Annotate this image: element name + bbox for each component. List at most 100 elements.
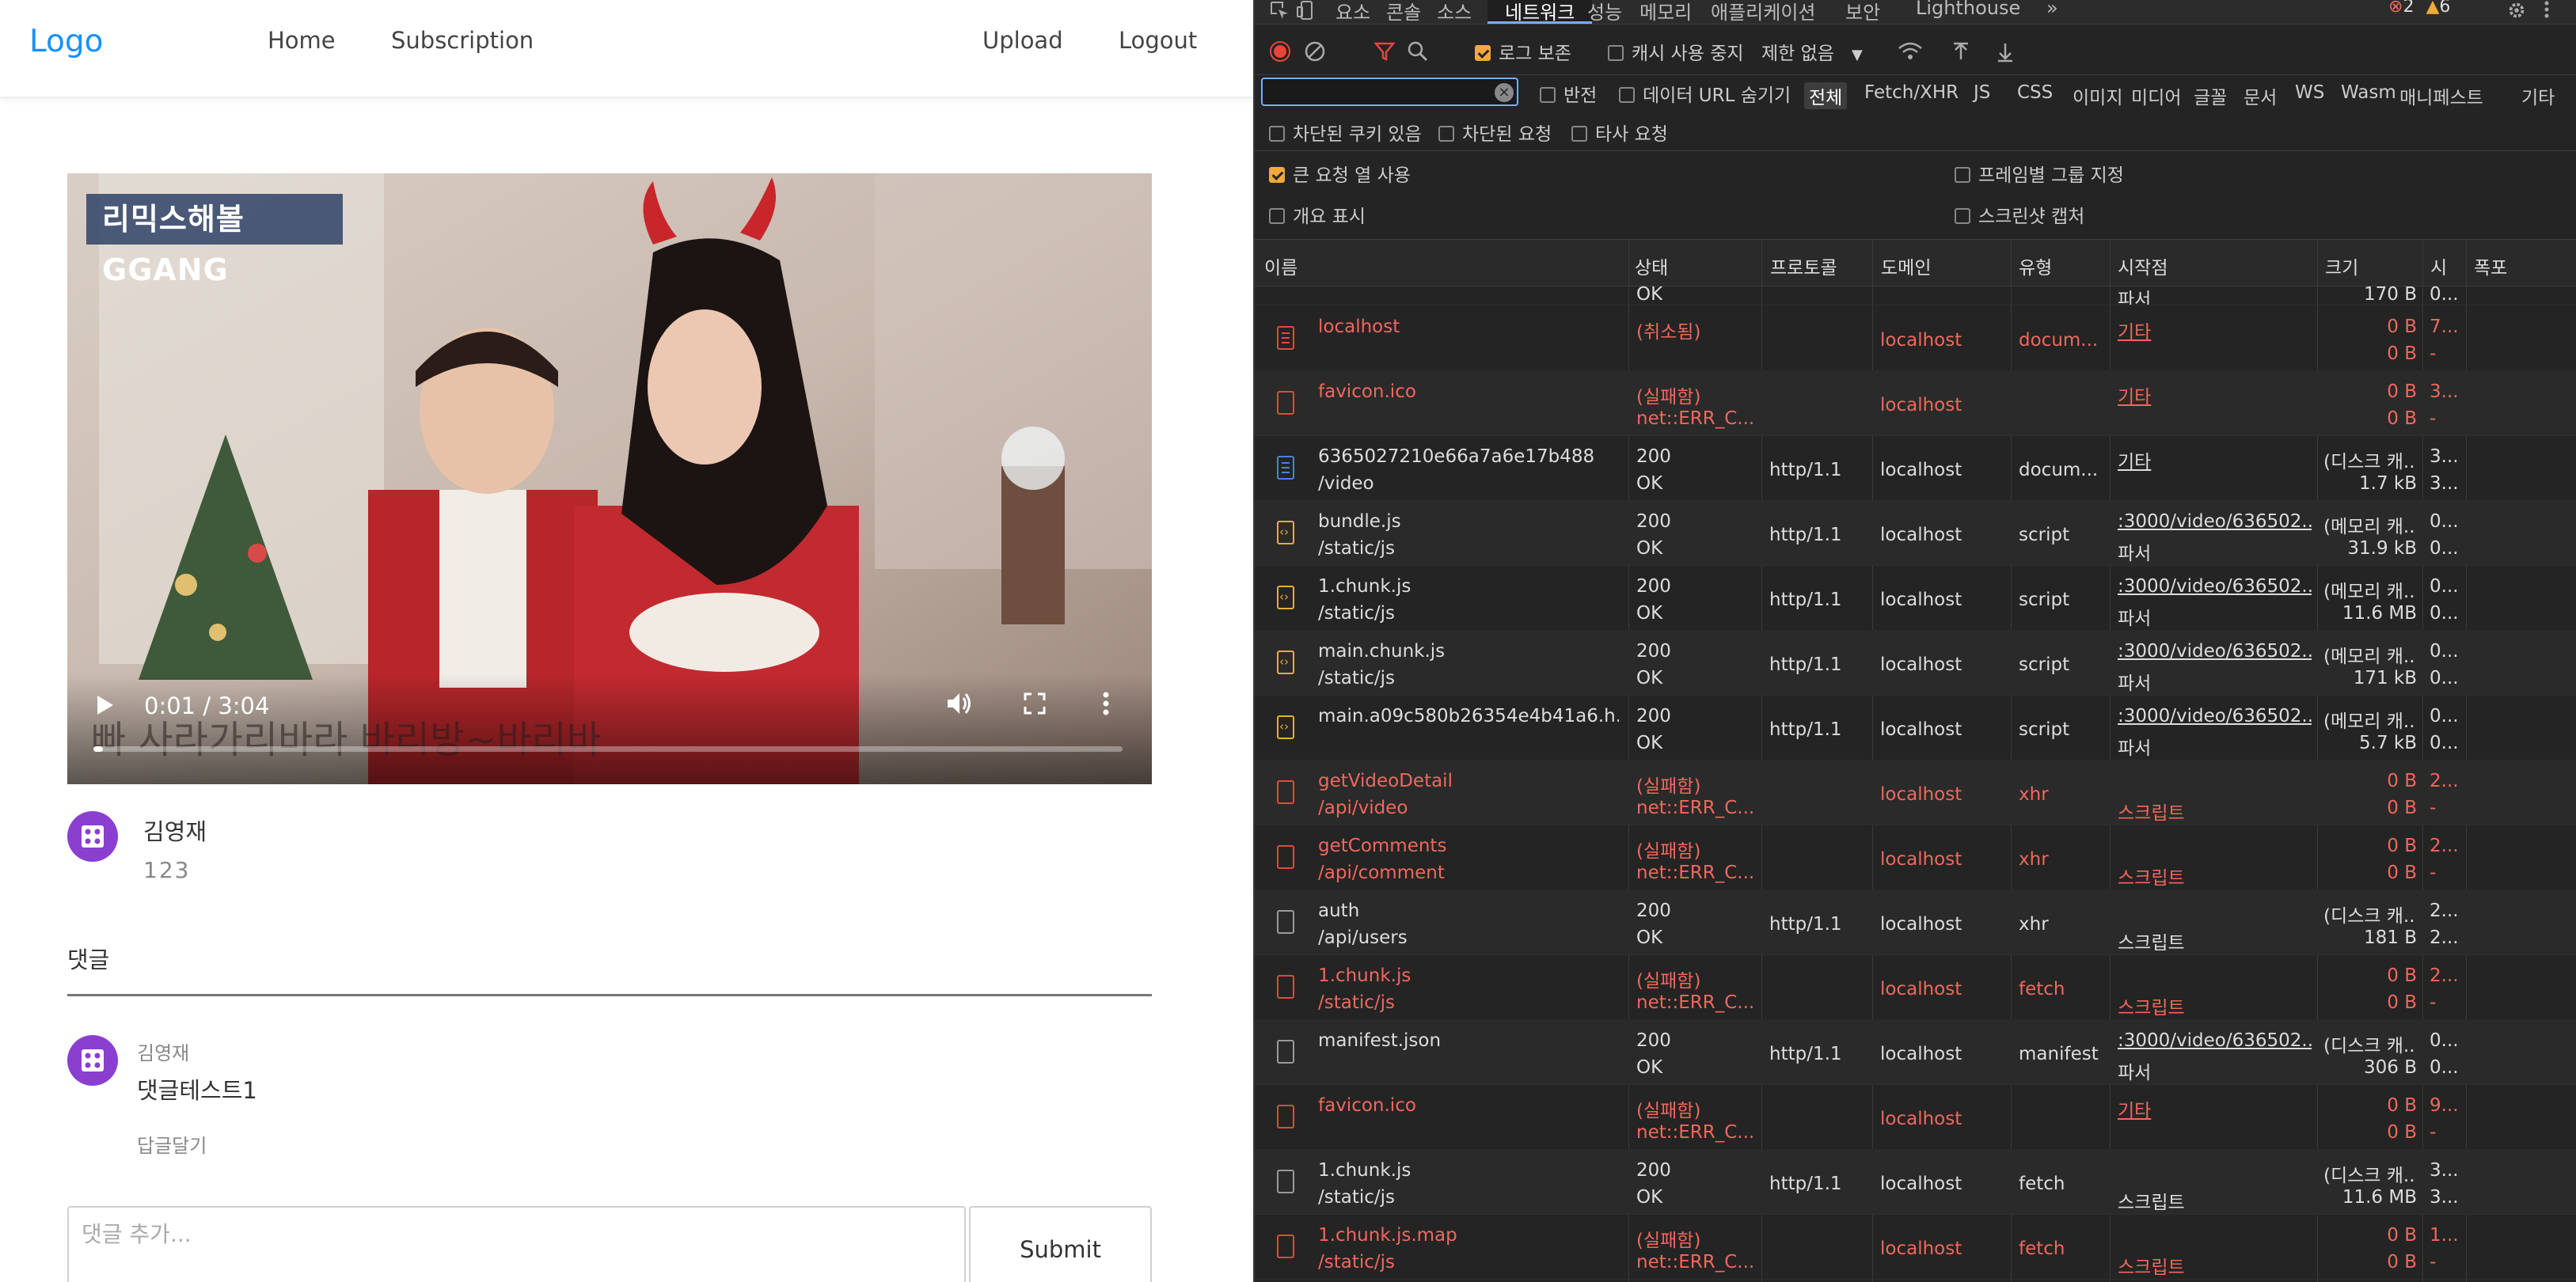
- record-icon[interactable]: [1269, 40, 1291, 63]
- submit-button[interactable]: Submit: [969, 1206, 1152, 1282]
- nav-logout-link[interactable]: Logout: [1119, 27, 1197, 54]
- filter-type-other[interactable]: 기타: [2521, 82, 2555, 109]
- tab-console[interactable]: 콘솔: [1386, 0, 1421, 25]
- export-har-icon[interactable]: [1996, 40, 2015, 63]
- table-row[interactable]: localhost (취소됨) localhost docum... 기타 0 B 0 B 7…: [1255, 305, 2576, 371]
- col-header-time[interactable]: 시: [2430, 252, 2447, 279]
- col-header-type[interactable]: 유형: [2019, 252, 2052, 279]
- preserve-log-checkbox[interactable]: 로그 보존: [1475, 38, 1571, 65]
- inspect-element-icon[interactable]: [1269, 0, 1290, 21]
- clear-filter-icon[interactable]: ×: [1495, 83, 1514, 102]
- nav-upload-link[interactable]: Upload: [982, 27, 1063, 54]
- col-header-name[interactable]: 이름: [1264, 252, 1297, 279]
- search-icon[interactable]: [1407, 40, 1429, 63]
- logo-link[interactable]: Logo: [29, 24, 104, 59]
- filter-type-ws[interactable]: WS: [2295, 82, 2324, 103]
- play-icon[interactable]: [96, 694, 115, 716]
- blocked-cookies-checkbox[interactable]: 차단된 쿠키 있음: [1269, 119, 1422, 146]
- table-row[interactable]: manifest.json 200 OK http/1.1 localhost manif…: [1255, 1019, 2576, 1085]
- filter-type-media[interactable]: 미디어: [2131, 82, 2181, 109]
- third-party-checkbox[interactable]: 타사 요청: [1571, 119, 1668, 146]
- tab-elements[interactable]: 요소: [1335, 0, 1370, 25]
- cell-initiator[interactable]: :3000/video/636502...: [2118, 706, 2312, 726]
- table-row[interactable]: main.chunk.js/static/js 200 OK http/1.1 loca…: [1255, 630, 2576, 696]
- cell-domain: localhost: [1880, 1238, 1962, 1259]
- tab-memory[interactable]: 메모리: [1639, 0, 1692, 25]
- issues-badge[interactable]: ⊗2 ▲6: [2388, 0, 2450, 17]
- table-row[interactable]: 6365027210e66a7a6e17b488/video 200 OK http/…: [1255, 435, 2576, 501]
- blocked-cookies-box: [1269, 125, 1285, 142]
- cell-initiator[interactable]: :3000/video/636502...: [2118, 641, 2312, 662]
- table-row-partial[interactable]: OK 파서 170 B 0...: [1255, 286, 2576, 305]
- tab-security[interactable]: 보안: [1845, 0, 1880, 25]
- hide-data-urls-checkbox[interactable]: 데이터 URL 숨기기: [1619, 80, 1791, 107]
- import-har-icon[interactable]: [1951, 40, 1970, 63]
- network-filter-input[interactable]: ×: [1261, 78, 1518, 106]
- show-overview-checkbox[interactable]: 개요 표시: [1269, 201, 1366, 228]
- filter-type-font[interactable]: 글꼴: [2194, 82, 2227, 109]
- tab-performance[interactable]: 성능: [1587, 0, 1622, 25]
- volume-icon[interactable]: [944, 689, 973, 718]
- tab-application[interactable]: 애플리케이션: [1711, 0, 1815, 25]
- filter-type-img[interactable]: 이미지: [2073, 82, 2122, 109]
- cell-initiator[interactable]: 기타: [2118, 1095, 2312, 1122]
- cell-initiator[interactable]: :3000/video/636502...: [2118, 1030, 2312, 1051]
- cell-initiator[interactable]: 기타: [2118, 381, 2312, 408]
- filter-type-js[interactable]: JS: [1974, 82, 1990, 103]
- cell-initiator[interactable]: :3000/video/636502...: [2118, 511, 2312, 532]
- clear-icon[interactable]: [1304, 40, 1326, 63]
- video-player[interactable]: 리믹스해볼GGANG 빠 사라가리바라 바리방~바리바 0:01 / 3:04: [67, 173, 1152, 784]
- col-header-size[interactable]: 크기: [2325, 252, 2358, 279]
- tab-lighthouse[interactable]: Lighthouse: [1916, 0, 2020, 19]
- settings-gear-icon[interactable]: [2506, 0, 2528, 21]
- nav-subscription-link[interactable]: Subscription: [391, 27, 534, 54]
- more-tabs-button[interactable]: »: [2046, 0, 2058, 19]
- tab-network[interactable]: 네트워크: [1487, 0, 1593, 24]
- cell-initiator[interactable]: 기타: [2118, 317, 2312, 343]
- filter-icon[interactable]: [1373, 40, 1396, 63]
- filter-type-wasm[interactable]: Wasm: [2341, 82, 2396, 103]
- group-by-frame-checkbox[interactable]: 프레임별 그룹 지정: [1955, 160, 2124, 187]
- table-row[interactable]: getComments/api/comment (실패함) net::ERR_C..…: [1255, 825, 2576, 890]
- big-rows-label: 큰 요청 열 사용: [1293, 165, 1411, 186]
- filter-type-css[interactable]: CSS: [2017, 82, 2053, 103]
- col-header-protocol[interactable]: 프로토콜: [1770, 252, 1837, 279]
- table-row[interactable]: auth/api/users 200 OK http/1.1 localhost xhr 스…: [1255, 889, 2576, 955]
- blocked-requests-checkbox[interactable]: 차단된 요청: [1438, 119, 1552, 146]
- device-toolbar-icon[interactable]: [1296, 0, 1315, 21]
- filter-type-fetch-xhr[interactable]: Fetch/XHR: [1864, 82, 1959, 103]
- table-row[interactable]: favicon.ico (실패함) net::ERR_C... localhost 기타…: [1255, 370, 2576, 436]
- table-row[interactable]: 1.chunk.js/static/js 200 OK http/1.1 localho…: [1255, 1149, 2576, 1215]
- video-progress-bar[interactable]: [93, 746, 1123, 752]
- table-row[interactable]: main.a09c580b26354e4b41a6.h... 200 OK http/…: [1255, 695, 2576, 760]
- col-header-status[interactable]: 상태: [1635, 252, 1668, 279]
- table-row[interactable]: getVideoDetail/api/video (실패함) net::ERR_C.…: [1255, 760, 2576, 825]
- table-row[interactable]: 1.chunk.js/static/js 200 OK http/1.1 localho…: [1255, 565, 2576, 631]
- filter-type-manifest[interactable]: 매니페스트: [2399, 82, 2483, 109]
- table-row[interactable]: bundle.js/static/js 200 OK http/1.1 localhos…: [1255, 500, 2576, 566]
- cell-initiator[interactable]: :3000/video/636502...: [2118, 576, 2312, 597]
- filter-type-doc[interactable]: 문서: [2244, 82, 2277, 109]
- disable-cache-checkbox[interactable]: 캐시 사용 중지: [1608, 38, 1744, 65]
- cell-initiator[interactable]: 기타: [2118, 446, 2312, 473]
- col-header-domain[interactable]: 도메인: [1881, 252, 1931, 279]
- table-row[interactable]: favicon.ico (실패함) net::ERR_C... localhost 기타…: [1255, 1084, 2576, 1150]
- cell-size-resource: 0 B: [2387, 863, 2417, 883]
- big-rows-checkbox[interactable]: 큰 요청 열 사용: [1269, 160, 1411, 187]
- filter-type-all[interactable]: 전체: [1804, 82, 1848, 109]
- fullscreen-icon[interactable]: [1024, 692, 1046, 715]
- comment-input[interactable]: [67, 1206, 966, 1282]
- throttling-select[interactable]: 제한 없음 ▼: [1761, 38, 1863, 65]
- reply-link[interactable]: 답글달기: [137, 1130, 207, 1158]
- more-options-icon[interactable]: [1101, 691, 1111, 716]
- table-row[interactable]: 1.chunk.js/static/js (실패함) net::ERR_C... lo…: [1255, 954, 2576, 1020]
- capture-screenshots-checkbox[interactable]: 스크린샷 캡처: [1955, 201, 2084, 228]
- tab-sources[interactable]: 소스: [1437, 0, 1472, 25]
- table-row[interactable]: 1.chunk.js.map/static/js (실패함) net::ERR_C.…: [1255, 1214, 2576, 1280]
- devtools-menu-icon[interactable]: [2544, 0, 2550, 21]
- nav-home-link[interactable]: Home: [268, 27, 336, 54]
- network-conditions-icon[interactable]: [1898, 40, 1923, 63]
- col-header-waterfall[interactable]: 폭포: [2474, 252, 2507, 279]
- col-header-initiator[interactable]: 시작점: [2118, 252, 2168, 279]
- invert-checkbox[interactable]: 반전: [1540, 80, 1597, 107]
